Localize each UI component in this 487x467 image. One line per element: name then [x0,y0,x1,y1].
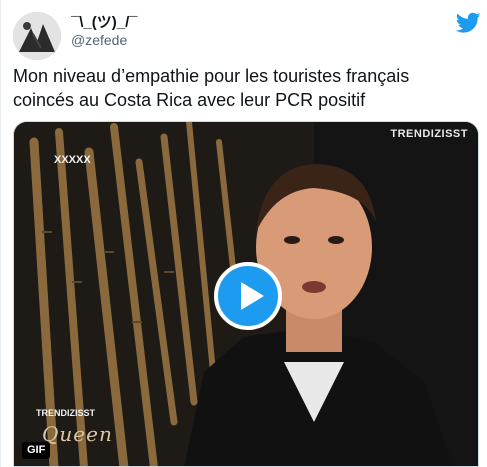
avatar[interactable] [13,12,61,60]
tweet-card: ¯\_(ツ)_/¯ @zefede Mon niveau d’empathie … [0,0,487,467]
show-logo-brand: TRENDIZISST [36,408,96,418]
show-logo-script: Queen [42,422,113,446]
display-name[interactable]: ¯\_(ツ)_/¯ [71,14,138,32]
twitter-bird-icon[interactable] [456,12,481,34]
play-button[interactable] [214,262,282,330]
gif-badge: GIF [22,442,51,459]
user-handle[interactable]: @zefede [71,32,127,49]
gif-media[interactable]: TRENDIZISST XXXXX TRENDIZISST Queen GIF [13,121,479,467]
user-avatar-image [13,12,61,60]
watermark-left: XXXXX [54,154,91,166]
tweet-text: Mon niveau d’empathie pour les touristes… [13,66,410,110]
show-logo: TRENDIZISST Queen [36,408,146,448]
watermark-top: TRENDIZISST [390,128,468,140]
play-icon [241,282,264,310]
